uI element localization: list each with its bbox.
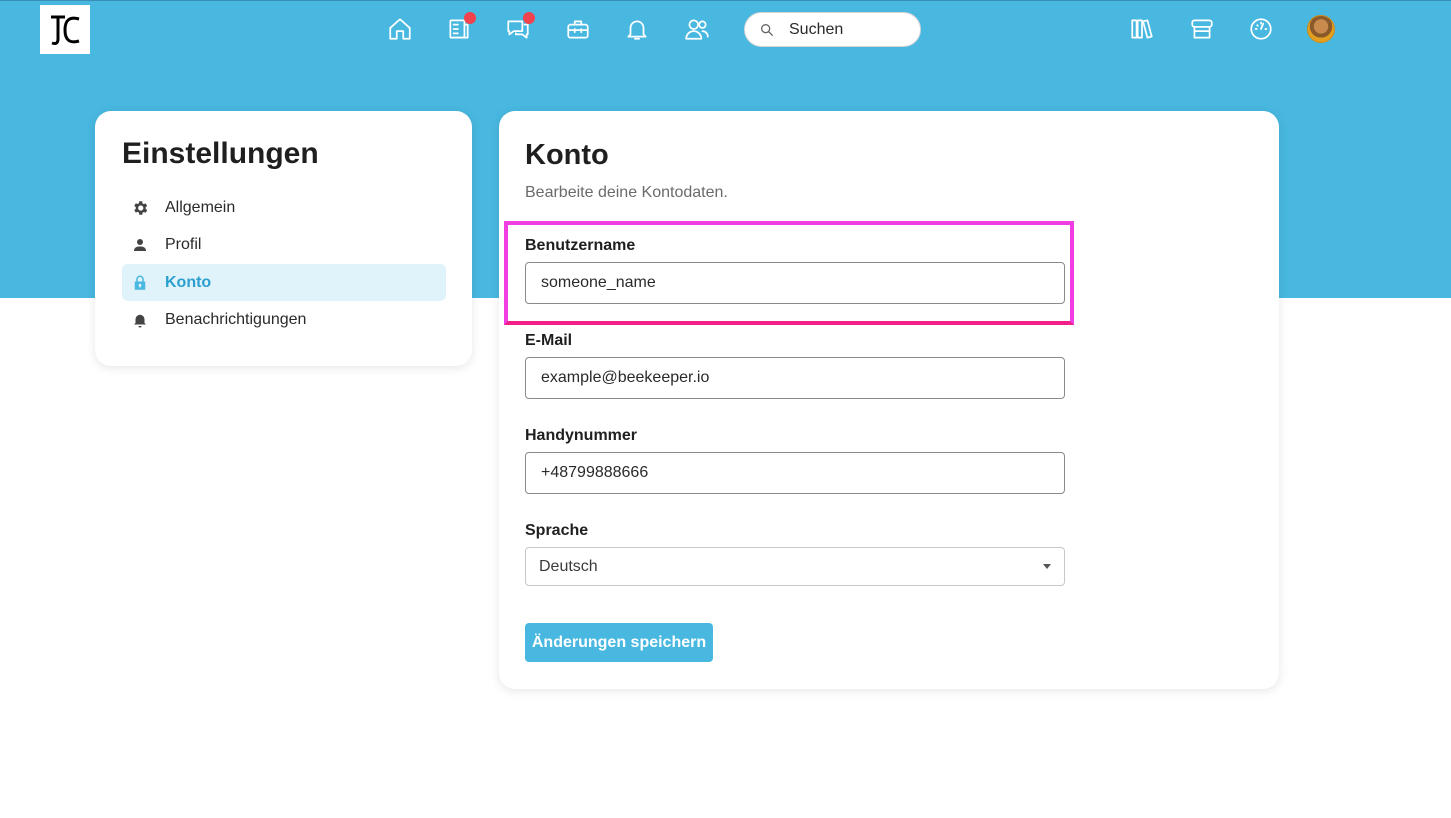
email-field[interactable] (525, 357, 1065, 399)
sidebar-item-label: Profil (165, 235, 202, 253)
lock-icon (131, 274, 149, 292)
account-settings-card: Konto Bearbeite deine Kontodaten. Benutz… (499, 111, 1279, 689)
store-icon (1191, 19, 1213, 39)
bell-icon (131, 311, 149, 329)
page-title: Konto (525, 139, 609, 171)
chat-nav-button[interactable] (503, 12, 535, 44)
people-icon (685, 19, 709, 40)
email-label: E-Mail (525, 332, 573, 349)
gear-icon (131, 199, 149, 217)
settings-sidebar: Einstellungen Allgemein Profil Konto Ben… (95, 111, 472, 366)
user-avatar[interactable] (1307, 15, 1335, 43)
sidebar-item-label: Konto (165, 273, 212, 291)
search-input[interactable]: Suchen (744, 12, 921, 47)
language-label: Sprache (525, 522, 589, 539)
library-icon (1131, 19, 1153, 39)
sidebar-item-benachrichtigungen[interactable]: Benachrichtigungen (122, 301, 446, 338)
search-placeholder: Suchen (789, 20, 844, 38)
notifications-nav-button[interactable] (622, 14, 652, 44)
sidebar-item-konto[interactable]: Konto (122, 264, 446, 301)
phone-label: Handynummer (525, 427, 638, 444)
dashboard-icon (1250, 18, 1272, 40)
library-nav-button[interactable] (1127, 14, 1157, 44)
sidebar-item-allgemein[interactable]: Allgemein (122, 189, 446, 226)
language-selected-value: Deutsch (539, 557, 598, 575)
page-subtitle: Bearbeite deine Kontodaten. (525, 184, 728, 201)
toolbox-nav-button[interactable] (563, 14, 593, 44)
username-field[interactable] (525, 262, 1065, 304)
people-nav-button[interactable] (682, 14, 712, 44)
sidebar-title: Einstellungen (122, 137, 319, 170)
save-changes-button[interactable]: Änderungen speichern (525, 623, 713, 662)
language-select[interactable]: Deutsch (525, 547, 1065, 586)
sidebar-item-label: Allgemein (165, 198, 236, 216)
chevron-down-icon (1043, 564, 1051, 569)
search-icon (761, 23, 773, 36)
username-label: Benutzername (525, 237, 636, 254)
toolbox-icon (567, 20, 589, 39)
notification-badge (523, 12, 535, 24)
home-icon (389, 18, 411, 40)
person-icon (131, 236, 149, 254)
notification-badge (464, 12, 476, 24)
phone-field[interactable] (525, 452, 1065, 494)
bell-icon (627, 20, 647, 40)
top-border (0, 0, 1451, 1)
news-nav-button[interactable] (444, 12, 476, 44)
home-nav-button[interactable] (385, 14, 415, 44)
app-logo[interactable] (40, 5, 90, 54)
dashboard-nav-button[interactable] (1246, 14, 1276, 44)
sidebar-item-profil[interactable]: Profil (122, 226, 446, 263)
store-nav-button[interactable] (1187, 14, 1217, 44)
logo-mark-icon (51, 15, 80, 45)
sidebar-item-label: Benachrichtigungen (165, 310, 307, 328)
